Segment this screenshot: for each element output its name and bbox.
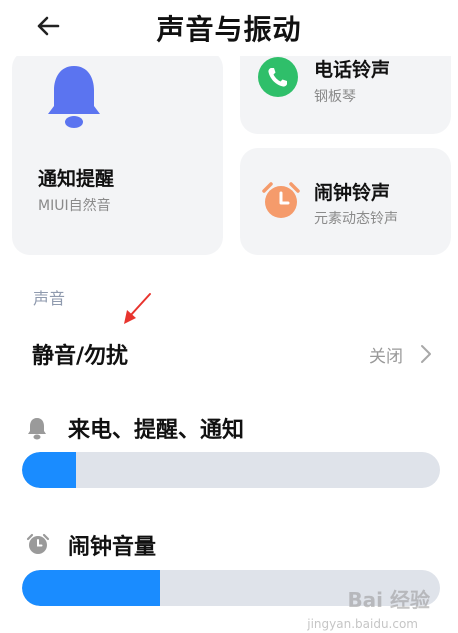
notification-title: 通知提醒 [38,168,115,190]
alarm-small-icon [26,533,50,554]
alarm-clock-icon [262,182,300,218]
alarm-sound-card[interactable]: 闹钟铃声 元素动态铃声 [240,148,451,255]
alarm-title: 闹钟铃声 [314,182,391,204]
notification-subtitle: MIUI自然音 [38,198,111,214]
ringtone-card[interactable]: 电话铃声 钢板琴 [240,50,451,134]
ring-volume-fill [22,452,77,488]
alarm-volume-fill [22,570,160,606]
mute-dnd-status: 关闭 [369,347,403,367]
header: 声音与振动 [0,0,458,56]
notification-sound-card[interactable]: 通知提醒 MIUI自然音 [12,50,223,255]
watermark-logo: Bai 经验 [347,588,430,612]
phone-icon [258,57,298,97]
chevron-right-icon [421,345,431,363]
ringtone-title: 电话铃声 [314,59,391,81]
section-label-sound: 声音 [33,289,66,308]
alarm-volume-label: 闹钟音量 [68,535,157,560]
bell-small-icon [28,418,46,440]
watermark-url: jingyan.baidu.com [307,617,418,631]
ring-volume-slider[interactable] [22,452,440,488]
bell-icon [48,66,100,128]
ring-volume-label: 来电、提醒、通知 [68,418,245,443]
alarm-subtitle: 元素动态铃声 [314,211,398,227]
page-title: 声音与振动 [156,13,302,46]
mute-dnd-row[interactable]: 静音/勿扰 关闭 [0,328,458,382]
mute-dnd-title: 静音/勿扰 [32,344,129,369]
ringtone-subtitle: 钢板琴 [314,89,356,105]
